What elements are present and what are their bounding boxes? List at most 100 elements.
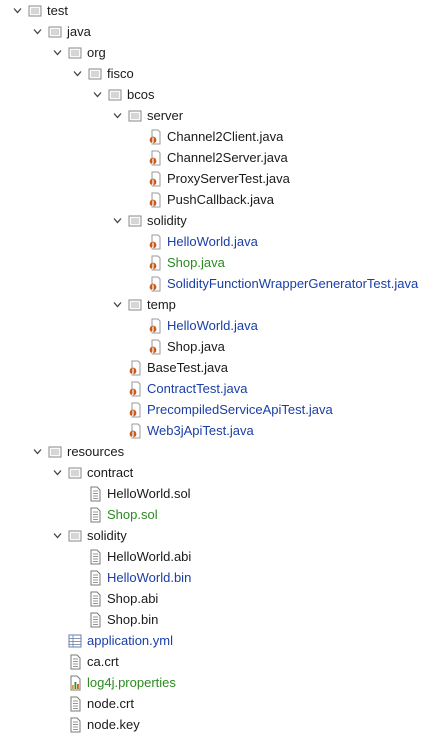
tree-file-helloworld-java[interactable]: J HelloWorld.java (148, 231, 258, 252)
tree-file-label: ContractTest.java (147, 381, 248, 396)
tree-file-label: HelloWorld.java (167, 318, 258, 333)
tree-file-pushcallback-java[interactable]: J PushCallback.java (148, 189, 274, 210)
tree-file-shop-java[interactable]: J Shop.java (148, 336, 225, 357)
svg-text:J: J (151, 137, 154, 144)
chevron-down-icon[interactable] (32, 26, 43, 37)
folder-icon (68, 528, 82, 544)
tree-file-helloworld-bin[interactable]: HelloWorld.bin (88, 567, 191, 588)
tree-folder-label: fisco (107, 66, 134, 81)
svg-text:J: J (131, 431, 134, 438)
tree-file-application-yml[interactable]: application.yml (68, 630, 173, 651)
tree-file-channel2client-java[interactable]: J Channel2Client.java (148, 126, 283, 147)
chevron-down-icon[interactable] (112, 110, 123, 121)
tree-file-shop-bin[interactable]: Shop.bin (88, 609, 158, 630)
folder-icon (128, 108, 142, 124)
tree-file-label: Shop.abi (107, 591, 159, 606)
text-file-icon (88, 570, 102, 586)
tree-file-node-key[interactable]: node.key (68, 714, 140, 735)
tree-folder-label: solidity (147, 213, 187, 228)
svg-text:J: J (151, 347, 154, 354)
tree-file-channel2server-java[interactable]: J Channel2Server.java (148, 147, 288, 168)
chevron-down-icon[interactable] (52, 530, 63, 541)
tree-folder-contract[interactable]: contract (52, 462, 133, 483)
text-file-icon (88, 507, 102, 523)
tree-file-label: application.yml (87, 633, 173, 648)
tree-folder-test[interactable]: test (12, 0, 68, 21)
tree-folder-resources[interactable]: resources (32, 441, 124, 462)
java-file-icon: J (148, 276, 162, 292)
tree-folder-label: test (47, 3, 68, 18)
java-file-icon: J (128, 381, 142, 397)
tree-folder-temp[interactable]: temp (112, 294, 176, 315)
text-file-icon (68, 654, 82, 670)
svg-text:J: J (131, 368, 134, 375)
tree-folder-label: server (147, 108, 184, 123)
svg-text:J: J (151, 284, 154, 291)
tree-file-label: SolidityFunctionWrapperGeneratorTest.jav… (167, 276, 419, 291)
svg-text:J: J (131, 410, 134, 417)
tree-folder-label: org (87, 45, 106, 60)
tree-file-label: HelloWorld.sol (107, 486, 191, 501)
tree-file-label: node.key (87, 717, 140, 732)
tree-file-shop-abi[interactable]: Shop.abi (88, 588, 158, 609)
java-file-icon: J (148, 339, 162, 355)
tree-file-log4j-properties[interactable]: log4j.properties (68, 672, 176, 693)
java-file-icon: J (148, 192, 162, 208)
tree-folder-server[interactable]: server (112, 105, 183, 126)
chevron-down-icon[interactable] (72, 68, 83, 79)
folder-icon (128, 297, 142, 313)
folder-icon (48, 444, 62, 460)
tree-folder-label: bcos (127, 87, 155, 102)
folder-icon (48, 24, 62, 40)
tree-file-label: ProxyServerTest.java (167, 171, 290, 186)
tree-file-basetest-java[interactable]: J BaseTest.java (128, 357, 228, 378)
chevron-down-icon[interactable] (52, 467, 63, 478)
java-file-icon: J (148, 171, 162, 187)
folder-icon (108, 87, 122, 103)
chevron-down-icon[interactable] (32, 446, 43, 457)
folder-icon (28, 3, 42, 19)
tree-file-contracttest-java[interactable]: J ContractTest.java (128, 378, 247, 399)
tree-file-precompiledserviceapitest-java[interactable]: J PrecompiledServiceApiTest.java (128, 399, 333, 420)
tree-folder-bcos[interactable]: bcos (92, 84, 154, 105)
tree-file-helloworld-abi[interactable]: HelloWorld.abi (88, 546, 191, 567)
tree-file-web3japitest-java[interactable]: J Web3jApiTest.java (128, 420, 254, 441)
text-file-icon (68, 696, 82, 712)
tree-file-ca-crt[interactable]: ca.crt (68, 651, 119, 672)
tree-file-label: BaseTest.java (147, 360, 228, 375)
chevron-down-icon[interactable] (92, 89, 103, 100)
tree-folder-label: contract (87, 465, 134, 480)
tree-file-label: HelloWorld.abi (107, 549, 192, 564)
tree-file-solidityfunctionwrappergeneratortest-java[interactable]: J SolidityFunctionWrapperGeneratorTest.ja… (148, 273, 418, 294)
text-file-icon (88, 591, 102, 607)
tree-file-label: log4j.properties (87, 675, 176, 690)
chevron-down-icon[interactable] (112, 299, 123, 310)
tree-file-label: Shop.java (167, 255, 225, 270)
text-file-icon (88, 612, 102, 628)
tree-file-node-crt[interactable]: node.crt (68, 693, 134, 714)
svg-text:J: J (131, 389, 134, 396)
tree-folder-solidity[interactable]: solidity (52, 525, 127, 546)
java-file-icon: J (148, 129, 162, 145)
tree-file-label: ca.crt (87, 654, 119, 669)
svg-text:J: J (151, 200, 154, 207)
tree-file-label: Channel2Client.java (167, 129, 284, 144)
chevron-down-icon[interactable] (12, 5, 23, 16)
tree-file-helloworld-java[interactable]: J HelloWorld.java (148, 315, 258, 336)
folder-icon (68, 45, 82, 61)
svg-text:J: J (151, 326, 154, 333)
tree-file-helloworld-sol[interactable]: HelloWorld.sol (88, 483, 191, 504)
tree-file-proxyservertest-java[interactable]: J ProxyServerTest.java (148, 168, 290, 189)
tree-file-label: PrecompiledServiceApiTest.java (147, 402, 333, 417)
tree-folder-solidity[interactable]: solidity (112, 210, 187, 231)
chevron-down-icon[interactable] (112, 215, 123, 226)
tree-folder-org[interactable]: org (52, 42, 106, 63)
tree-folder-java[interactable]: java (32, 21, 91, 42)
java-file-icon: J (148, 234, 162, 250)
tree-file-shop-java[interactable]: J Shop.java (148, 252, 225, 273)
tree-folder-fisco[interactable]: fisco (72, 63, 134, 84)
folder-icon (68, 465, 82, 481)
tree-file-shop-sol[interactable]: Shop.sol (88, 504, 158, 525)
svg-text:J: J (151, 242, 154, 249)
chevron-down-icon[interactable] (52, 47, 63, 58)
